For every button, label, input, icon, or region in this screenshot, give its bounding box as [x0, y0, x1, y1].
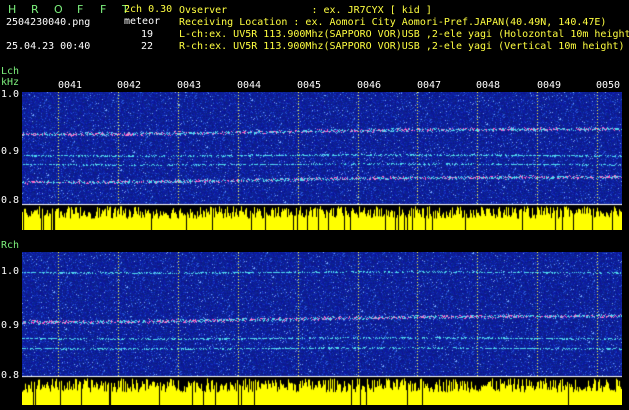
rch-label: Rch — [1, 240, 20, 251]
time-axis-lch: 0041 0042 0043 0044 0045 0046 0047 0048 … — [0, 80, 629, 92]
time-label: 0047 — [417, 80, 442, 91]
location-label: Receiving Location : ex. Aomori City Aom… — [179, 17, 607, 28]
time-label: 0044 — [237, 80, 262, 91]
lch-info-label: L-ch:ex. UV5R 113.900Mhz(SAPPORO VOR)USB… — [179, 29, 629, 40]
time-label: 0045 — [297, 80, 322, 91]
observer-label: Ovserver : ex. JR7CYX [ kid ] — [179, 5, 432, 16]
logo-letter: H — [8, 3, 17, 16]
meteor-count-rch: 22 — [141, 41, 154, 52]
time-label: 0050 — [596, 80, 621, 91]
time-label: 0046 — [357, 80, 382, 91]
time-label: 0048 — [476, 80, 501, 91]
lch-spectrogram — [22, 92, 622, 230]
logo-letter: F — [100, 3, 107, 16]
rch-ylabel-0-8: 0.8 — [1, 370, 20, 381]
rch-info-label: R-ch:ex. UV5R 113.900Mhz(SAPPORO VOR)USB… — [179, 41, 625, 52]
meteor-count-lch: 19 — [141, 29, 154, 40]
lch-ylabel-0-8: 0.8 — [1, 195, 20, 206]
filename-label: 2504230040.png — [6, 17, 91, 28]
time-label: 0042 — [117, 80, 142, 91]
time-label: 0041 — [58, 80, 83, 91]
logo-letter: R — [31, 3, 39, 16]
time-label: 0049 — [537, 80, 562, 91]
logo-letter: F — [77, 3, 84, 16]
lch-ylabel-0-9: 0.9 — [1, 146, 20, 157]
timestamp-label: 25.04.23 00:40 — [6, 41, 91, 52]
time-label: 0043 — [177, 80, 202, 91]
lch-label: Lch — [1, 66, 20, 77]
rch-ylabel-1-0: 1.0 — [1, 266, 20, 277]
meteor-label: meteor — [124, 16, 161, 27]
logo-letter: O — [54, 3, 63, 16]
lch-ylabel-1-0: 1.0 — [1, 89, 20, 100]
mode-label: 2ch 0.30 — [124, 4, 173, 15]
rch-spectrogram — [22, 252, 622, 405]
rch-ylabel-0-9: 0.9 — [1, 320, 20, 331]
